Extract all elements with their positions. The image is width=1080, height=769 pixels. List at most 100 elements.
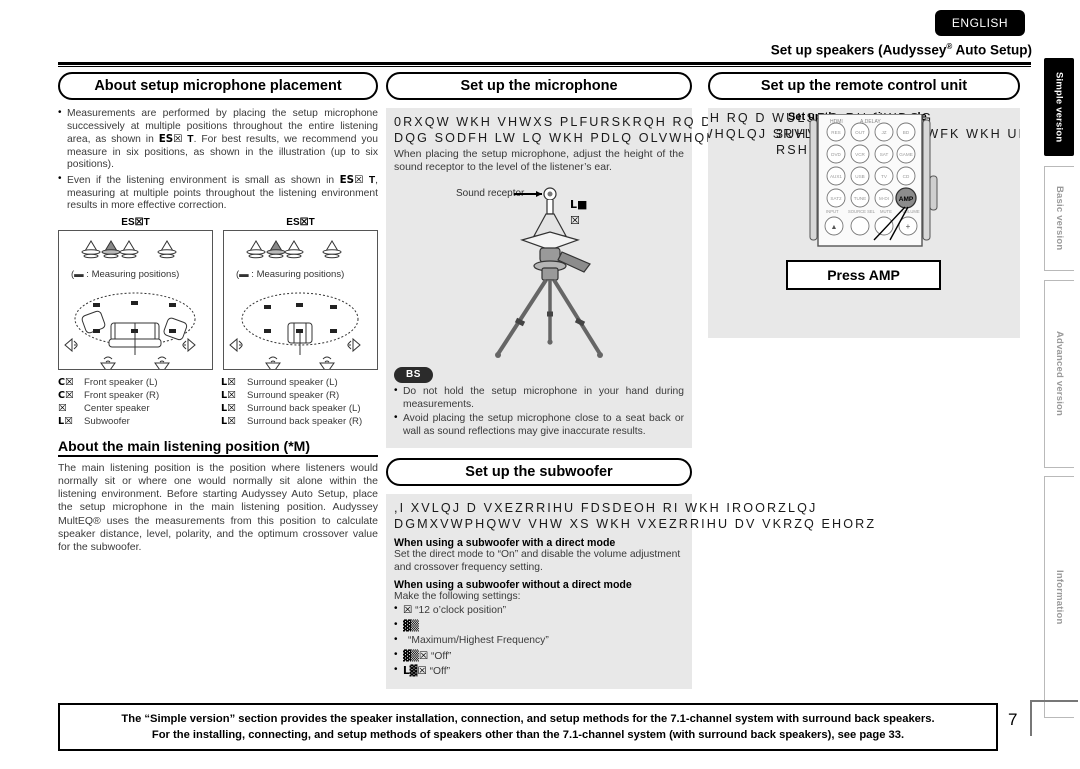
tab-advanced-version[interactable]: Advanced version (1044, 280, 1074, 468)
list-item: Measurements are performed by placing th… (58, 107, 378, 172)
remote-control-heading: Set up the remote control unit (708, 72, 1020, 100)
legend-column-right: L☒ Surround speaker (L) L☒ Surround speake… (221, 376, 378, 428)
list-item: L▓☒ “Off” (394, 664, 684, 679)
svg-text:▲: ▲ (831, 224, 838, 231)
setting-value: “Off” (430, 650, 452, 662)
list-item: L☒ Surround speaker (R) (221, 389, 378, 402)
header-divider (58, 62, 1031, 67)
legend-label: Surround speaker (L) (247, 376, 338, 388)
list-item: Even if the listening environment is sma… (58, 173, 378, 213)
svg-text:TV: TV (881, 174, 888, 179)
svg-text:AUX1: AUX1 (830, 174, 842, 179)
room-layout-svg (64, 239, 196, 374)
legend-label: Subwoofer (84, 415, 130, 427)
main-listening-position-heading: About the main listening position (*M) (58, 438, 378, 457)
mic-placement-bullets: Measurements are performed by placing th… (58, 107, 378, 213)
room-layout-svg (229, 239, 361, 374)
list-item: ▓▒☒ “Off” (394, 649, 684, 664)
garbled-text-line: DQG SODFH LW LQ WKH PDLQ OLVWHQLQJ SRVLW… (394, 131, 828, 145)
tab-simple-version[interactable]: Simple version (1044, 58, 1074, 156)
legend-key-icon: L☒ (221, 402, 236, 414)
room-illustration-1: ES☒T (▬: Measuring positions) (58, 216, 213, 374)
note-badge: BS (394, 366, 433, 383)
svg-text:CD: CD (903, 174, 910, 179)
legend-key-icon: L☒ (221, 389, 236, 401)
main-listening-position-body: The main listening position is the posit… (58, 461, 378, 553)
svg-text:GAME: GAME (899, 152, 913, 157)
list-item: Do not hold the setup microphone in your… (394, 385, 684, 411)
page-title-tail: Auto Setup) (952, 42, 1033, 58)
no-direct-mode-body: Make the following settings: (394, 591, 521, 603)
reference-glyph: ES☒ (158, 133, 183, 146)
svg-text:INPUT: INPUT (826, 209, 839, 214)
tab-information[interactable]: Information (1044, 476, 1074, 718)
svg-text:AMP: AMP (899, 196, 914, 203)
svg-text:BD: BD (903, 130, 910, 135)
illustration-frame: (▬ : Measuring positions) (58, 229, 213, 374)
svg-text:RES: RES (831, 130, 840, 135)
middle-column: Set up the microphone 0RXQW WKH VHWXS PL… (386, 72, 877, 690)
setting-glyph: ☒ (403, 604, 413, 617)
subwoofer-panel: ,I XVLQJ D VXEZRRIHU FDSDEOH RI WKH IROO… (386, 494, 874, 690)
legend-label: Center speaker (84, 402, 150, 414)
page-corner-mark-vertical (1030, 700, 1032, 736)
page-number: 7 (1008, 710, 1018, 729)
setting-continuation: “Maximum/Highest Frequency” (394, 634, 684, 648)
svg-text:+: + (906, 222, 911, 231)
illustration-caption: ES☒T (286, 216, 315, 228)
reference-tail: T (363, 174, 376, 186)
remote-control-panel: QH RQ D WULSRG RU VWDQG LVWHQLQJ SRVLWLR… (708, 108, 1020, 338)
legend-label: Surround back speaker (L) (247, 402, 361, 414)
reference-glyph: ES☒ (339, 173, 364, 186)
page-corner-mark (1030, 700, 1078, 702)
version-tabs: Simple version Basic version Advanced ve… (1038, 58, 1080, 718)
language-badge: ENGLISH (935, 10, 1025, 36)
legend-key-icon: L☒ (221, 376, 236, 388)
tripod-illustration: Sound receptor L■ ☒ (394, 174, 684, 364)
direct-mode-body: Set the direct mode to “On” and disable … (394, 549, 681, 573)
setting-glyph: ▓▒☒ (403, 649, 429, 662)
garbled-text-line: ,I XVLQJ D VXEZRRIHU FDSDEOH RI WKH IROO… (394, 501, 818, 516)
page-title: Set up speakers (Audyssey® Auto Setup) (771, 42, 1032, 58)
svg-text:SOURCE SEL: SOURCE SEL (848, 209, 876, 214)
svg-text:TUNE: TUNE (854, 196, 867, 201)
list-item: C☒ Front speaker (L) (58, 376, 215, 389)
tripod-glyph-2: ☒ (570, 214, 580, 228)
illustration-frame: (▬ : Measuring positions) (223, 229, 378, 374)
legend-label: Front speaker (L) (84, 376, 158, 388)
right-column: Set up the remote control unit QH RQ D W… (708, 72, 1020, 338)
legend-key-icon: L☒ (58, 415, 73, 427)
svg-text:SAT: SAT (880, 152, 889, 157)
legend-column-left: C☒ Front speaker (L) C☒ Front speaker (R) … (58, 376, 215, 428)
svg-text:VCR: VCR (855, 152, 865, 157)
svg-text:JZ: JZ (881, 130, 886, 135)
legend-label: Surround back speaker (R) (247, 415, 363, 427)
list-item: C☒ Front speaker (R) (58, 389, 215, 402)
setting-value: “Maximum/Highest Frequency” (408, 635, 549, 647)
list-item: L☒ Surround speaker (L) (221, 376, 378, 389)
list-item: L☒ Surround back speaker (R) (221, 415, 378, 428)
bullet-text-a: Even if the listening environment is sma… (67, 174, 340, 186)
svg-text:OUT: OUT (855, 130, 865, 135)
page-title-text: Set up speakers (Audyssey (770, 42, 947, 58)
footer-line-1: The “Simple version” section provides th… (121, 713, 935, 725)
list-item: L☒ Subwoofer (58, 415, 215, 428)
setup-subwoofer-heading: Set up the subwoofer (386, 458, 692, 487)
list-item: ☒ Center speaker (58, 402, 215, 415)
setting-glyph: ▓▒ (403, 619, 419, 632)
footer-line-2: For the installing, connecting, and setu… (151, 729, 905, 741)
tripod-glyph-1: L■ (570, 198, 588, 212)
illustration-caption: ES☒T (121, 216, 150, 228)
manual-page: ENGLISH Set up speakers (Audyssey® Auto … (0, 0, 1080, 769)
list-item: ▓▒ (394, 619, 684, 634)
tripod-svg (495, 187, 603, 359)
room-illustration-2: ES☒T (▬: Measuring positions) (223, 216, 378, 374)
speaker-legend: C☒ Front speaker (L) C☒ Front speaker (R) … (58, 376, 378, 428)
press-amp-callout: Press AMP (786, 260, 941, 290)
direct-mode-heading: When using a subwoofer with a direct mod… (394, 537, 616, 550)
legend-key-icon: ☒ (58, 402, 67, 414)
legend-key-icon: C☒ (58, 376, 74, 388)
tab-basic-version[interactable]: Basic version (1044, 166, 1074, 271)
setting-value: “Off” (429, 666, 450, 678)
measuring-positions-label: (▬ : Measuring positions) (71, 268, 180, 280)
